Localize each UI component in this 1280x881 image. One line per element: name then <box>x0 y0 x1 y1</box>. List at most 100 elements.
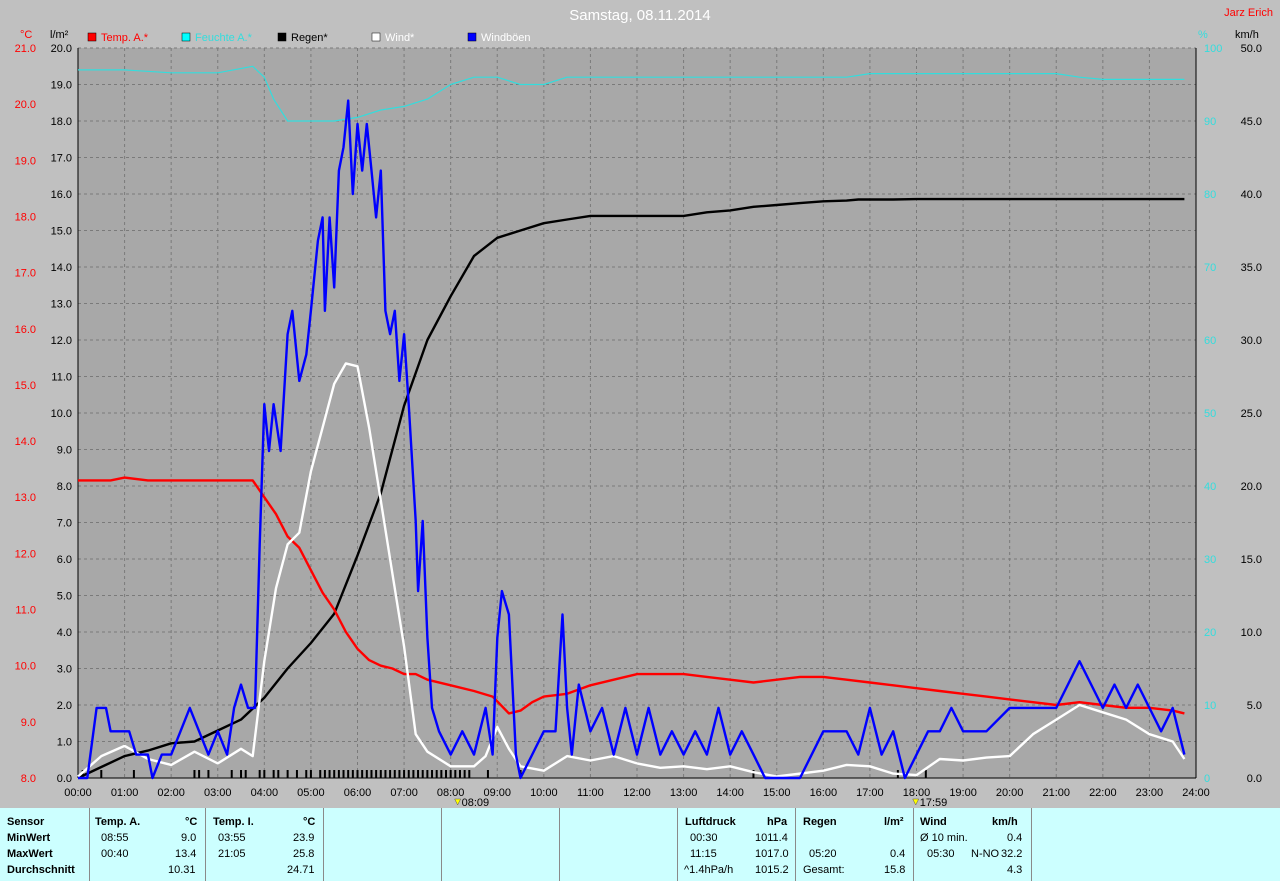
temp-tick-label: 15.0 <box>15 380 36 392</box>
temp-unit: °C <box>20 29 32 41</box>
legend-label: Regen* <box>291 32 328 44</box>
x-tick-label: 08:00 <box>437 787 465 799</box>
divider <box>89 808 90 881</box>
pressure-trend: ^1.4hPa/h <box>684 864 734 876</box>
temp-tick-label: 9.0 <box>21 717 36 729</box>
rain-unit: l/m² <box>884 816 904 828</box>
rain-tick-label: 19.0 <box>51 80 72 92</box>
rain-bar <box>445 770 448 778</box>
temp-tick-label: 16.0 <box>15 324 36 336</box>
rain-tick-label: 3.0 <box>57 664 72 676</box>
temp-i-time: 03:55 <box>218 832 246 844</box>
humidity-tick-label: 10 <box>1204 700 1216 712</box>
rain-bar <box>272 770 275 778</box>
legend-swatch <box>277 32 287 42</box>
rain-bar <box>454 770 457 778</box>
x-tick-label: 21:00 <box>1042 787 1070 799</box>
rain-bar <box>389 770 392 778</box>
rain-total-value: 15.8 <box>884 864 906 876</box>
x-tick-label: 16:00 <box>810 787 838 799</box>
temp-tick-label: 20.0 <box>15 99 36 111</box>
rain-bar <box>193 770 196 778</box>
rain-bar <box>458 770 461 778</box>
rain-bar <box>132 770 135 778</box>
x-tick-label: 06:00 <box>344 787 372 799</box>
rain-bar <box>379 770 382 778</box>
x-tick-label: 10:00 <box>530 787 558 799</box>
time-marker-label: 17:59 <box>920 797 948 808</box>
rain-bar <box>486 770 489 778</box>
rain-bar <box>333 770 336 778</box>
wind-tick-label: 10.0 <box>1241 627 1262 639</box>
time-marker-icon <box>454 798 462 806</box>
rain-bar <box>305 770 308 778</box>
x-tick-label: 23:00 <box>1136 787 1164 799</box>
temp-a-value: 13.4 <box>175 848 197 860</box>
wind-tick-label: 35.0 <box>1241 262 1262 274</box>
rain-bar <box>398 770 401 778</box>
x-tick-label: 07:00 <box>390 787 418 799</box>
rain-bar <box>198 770 201 778</box>
pressure-time: 00:30 <box>690 832 718 844</box>
rain-bar <box>347 770 350 778</box>
rain-bar <box>361 770 364 778</box>
rain-bar <box>351 770 354 778</box>
wind-tick-label: 45.0 <box>1241 116 1262 128</box>
temp-tick-label: 11.0 <box>15 605 36 617</box>
temp-i-unit: °C <box>303 816 316 828</box>
rain-tick-label: 1.0 <box>57 737 72 749</box>
rain-bar <box>426 770 429 778</box>
temp-tick-label: 12.0 <box>15 548 36 560</box>
pressure-value: 1015.2 <box>755 864 789 876</box>
x-tick-label: 13:00 <box>670 787 698 799</box>
temp-a-unit: °C <box>185 816 198 828</box>
rain-tick-label: 14.0 <box>51 262 72 274</box>
humidity-tick-label: 0 <box>1204 773 1210 785</box>
x-tick-label: 15:00 <box>763 787 791 799</box>
rain-bar <box>421 770 424 778</box>
wind-time: 05:30 <box>927 848 955 860</box>
divider <box>559 808 560 881</box>
x-tick-label: 01:00 <box>111 787 139 799</box>
rain-bar <box>100 770 103 778</box>
legend-swatch <box>87 32 97 42</box>
legend-swatch <box>467 32 477 42</box>
rain-bar <box>468 770 471 778</box>
rain-bar <box>393 770 396 778</box>
divider <box>913 808 914 881</box>
rain-bar <box>384 770 387 778</box>
divider <box>1031 808 1032 881</box>
rain-bar <box>277 770 280 778</box>
rain-bar <box>207 770 210 778</box>
rain-time: 05:20 <box>809 848 837 860</box>
wind-unit: km/h <box>1235 29 1259 41</box>
humidity-tick-label: 90 <box>1204 116 1216 128</box>
wind-tick-label: 15.0 <box>1241 554 1262 566</box>
wind-value: 32.2 <box>1001 848 1023 860</box>
temp-tick-label: 13.0 <box>15 492 36 504</box>
wind-value: 4.3 <box>1007 864 1023 876</box>
humidity-tick-label: 30 <box>1204 554 1216 566</box>
sensor-row: Durchschnitt <box>7 864 75 876</box>
rain-bar <box>258 770 261 778</box>
wind-value: 0.4 <box>1007 832 1023 844</box>
rain-bar <box>407 770 410 778</box>
sensor-row: MaxWert <box>7 848 53 860</box>
rain-bar <box>323 770 326 778</box>
pressure-time: 11:15 <box>690 848 717 860</box>
rain-bar <box>337 770 340 778</box>
chart-title: Samstag, 08.11.2014 <box>569 7 711 24</box>
humidity-tick-label: 20 <box>1204 627 1216 639</box>
humidity-tick-label: 60 <box>1204 335 1216 347</box>
rain-bar <box>240 770 243 778</box>
wind-tick-label: 20.0 <box>1241 481 1262 493</box>
divider <box>323 808 324 881</box>
wind-tick-label: 40.0 <box>1241 189 1262 201</box>
temp-tick-label: 21.0 <box>15 43 36 55</box>
rain-bar <box>403 770 406 778</box>
legend-label: Windböen <box>481 32 531 44</box>
x-tick-label: 19:00 <box>949 787 977 799</box>
rain-tick-label: 7.0 <box>57 518 72 530</box>
legend: Temp. A.* Feuchte A.* Regen* Wind* Windböen <box>87 32 531 44</box>
rain-tick-label: 5.0 <box>57 591 72 603</box>
